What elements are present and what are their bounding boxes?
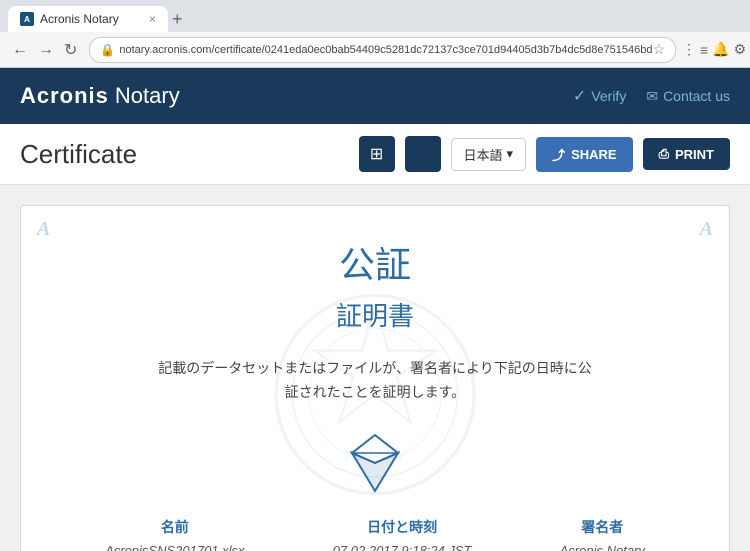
address-bar[interactable]: 🔒 notary.acronis.com/certificate/0241eda…	[89, 37, 676, 63]
field-name-label: 名前	[105, 517, 244, 537]
toolbar-actions: ⊞ 日本語 ▾ ⤴ SHARE ⎙ PRINT	[359, 136, 730, 172]
tab-favicon: A	[20, 12, 34, 26]
print-button[interactable]: ⎙ PRINT	[643, 138, 730, 170]
windows-button[interactable]: ⊞	[359, 136, 395, 172]
language-selector[interactable]: 日本語 ▾	[451, 138, 527, 171]
bell-button[interactable]: 🔔	[712, 41, 729, 58]
certificate-content: 公証 証明書 記載のデータセットまたはファイルが、署名者により下記の日時に公証さ…	[61, 236, 689, 551]
field-name-value: AcronisSNS201701.xlsx	[105, 543, 244, 551]
lock-icon: 🔒	[100, 43, 115, 57]
nav-action-buttons: ⋮ ≡ 🔔 ⚙	[682, 41, 746, 58]
share-label: SHARE	[571, 147, 617, 162]
url-text: notary.acronis.com/certificate/0241eda0e…	[119, 44, 652, 56]
forward-button[interactable]: →	[34, 39, 58, 61]
toolbar: Certificate ⊞ 日本語 ▾ ⤴ SHARE ⎙ PRINT	[0, 124, 750, 185]
refresh-button[interactable]: ↻	[60, 38, 81, 62]
extensions-button[interactable]: ⋮	[682, 41, 696, 58]
tab-title: Acronis Notary	[40, 12, 141, 26]
email-icon: ✉	[646, 88, 658, 105]
new-tab-button[interactable]: +	[172, 6, 183, 32]
certificate-area: A A NOTARY 公証 証明書 記載のデータセットまたはファイルが、署名者に…	[0, 185, 750, 551]
windows-icon: ⊞	[370, 144, 383, 164]
certificate: A A NOTARY 公証 証明書 記載のデータセットまたはファイルが、署名者に…	[20, 205, 730, 551]
header-actions: ✓ Verify ✉ Contact us	[573, 86, 730, 106]
ethereum-icon	[350, 433, 400, 493]
verify-label: Verify	[591, 88, 626, 104]
verify-link[interactable]: ✓ Verify	[573, 86, 626, 106]
corner-decoration-tr: A	[700, 218, 713, 241]
contact-label: Contact us	[663, 88, 730, 104]
apple-button[interactable]	[405, 136, 441, 172]
browser-chrome: A Acronis Notary × + ← → ↻ 🔒 notary.acro…	[0, 0, 750, 68]
logo-notary: Notary	[115, 83, 180, 109]
share-icon: ⤴	[552, 145, 565, 164]
field-signer-value: Acronis Notary	[560, 543, 645, 551]
star-icon[interactable]: ☆	[652, 41, 665, 58]
contact-link[interactable]: ✉ Contact us	[646, 88, 730, 105]
tab-bar: A Acronis Notary × +	[0, 0, 750, 32]
chevron-down-icon: ▾	[507, 146, 514, 162]
logo: Acronis Notary	[20, 83, 180, 109]
field-date-label: 日付と時刻	[333, 517, 472, 537]
verify-icon: ✓	[573, 86, 586, 106]
field-signer-label: 署名者	[560, 517, 645, 537]
field-date-value: 07.02.2017 9:18:24 JST	[333, 543, 472, 551]
nav-bar: ← → ↻ 🔒 notary.acronis.com/certificate/0…	[0, 32, 750, 68]
app-header: Acronis Notary ✓ Verify ✉ Contact us	[0, 68, 750, 124]
cert-description: 記載のデータセットまたはファイルが、署名者により下記の日時に公証されたことを証明…	[155, 357, 595, 405]
share-button[interactable]: ⤴ SHARE	[536, 137, 633, 172]
print-label: PRINT	[675, 147, 714, 162]
corner-decoration-tl: A	[37, 218, 50, 241]
logo-acronis: Acronis	[20, 83, 109, 109]
print-icon: ⎙	[659, 146, 669, 162]
menu-button[interactable]: ≡	[700, 42, 708, 58]
back-button[interactable]: ←	[8, 39, 32, 61]
tab-close-button[interactable]: ×	[149, 12, 156, 26]
lang-label: 日本語	[464, 145, 503, 164]
cert-title-sub: 証明書	[61, 296, 689, 333]
active-tab[interactable]: A Acronis Notary ×	[8, 6, 168, 32]
page-title: Certificate	[20, 139, 359, 170]
settings-button[interactable]: ⚙	[734, 41, 747, 58]
cert-title-main: 公証	[61, 236, 689, 288]
